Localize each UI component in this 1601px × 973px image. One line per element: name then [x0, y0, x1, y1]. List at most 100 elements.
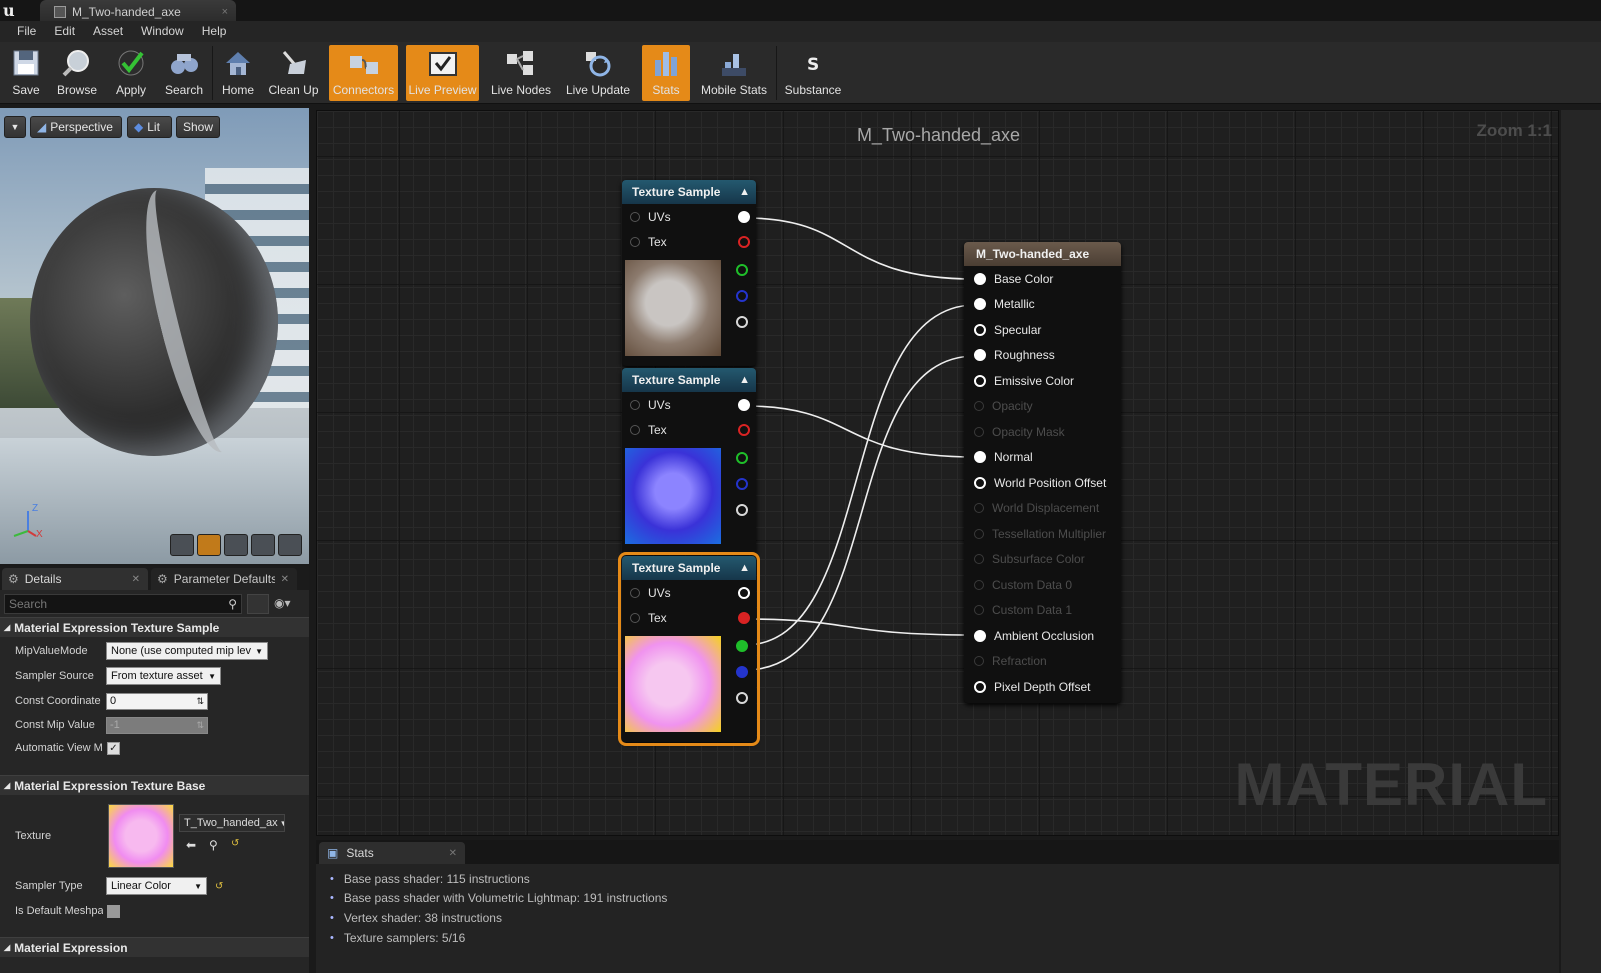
show-button[interactable]: Show [176, 116, 220, 138]
node-header[interactable]: Texture Sample ▲ [622, 368, 756, 392]
visibility-eye-icon[interactable]: ◉▾ [274, 596, 291, 610]
rgb-output-pin[interactable] [738, 210, 750, 223]
menu-window[interactable]: Window [132, 21, 193, 42]
menu-edit[interactable]: Edit [45, 21, 84, 42]
material-input-pin[interactable] [974, 272, 986, 285]
browse-button[interactable]: Browse [52, 45, 102, 101]
is-default-meshpaint-checkbox[interactable] [107, 904, 120, 918]
rgb-output-pin[interactable] [738, 586, 750, 599]
viewport-options-button[interactable]: ▼ [4, 116, 26, 138]
live-update-button[interactable]: Live Update [562, 45, 634, 101]
document-tab[interactable]: M_Two-handed_axe × [40, 0, 236, 21]
uvs-input-pin[interactable] [630, 587, 640, 598]
node-header[interactable]: Texture Sample ▲ [622, 180, 756, 204]
browse-asset-search-icon[interactable]: ⚲ [209, 838, 218, 852]
clean-up-button[interactable]: Clean Up [265, 45, 322, 101]
material-input-pin[interactable] [974, 680, 986, 693]
close-tab-icon[interactable]: × [222, 6, 228, 18]
material-result-node[interactable]: M_Two-handed_axe Base Color Metallic Specu… [964, 242, 1121, 703]
alpha-output-pin[interactable] [736, 504, 748, 516]
uvs-input-pin[interactable] [630, 399, 640, 410]
automatic-view-mip-checkbox[interactable]: ✓ [107, 741, 120, 755]
collapse-triangle-icon[interactable]: ▲ [739, 186, 750, 198]
sampler-type-dropdown[interactable]: Linear Color ▼ [106, 877, 207, 895]
const-coordinate-input[interactable]: 0 ⇅ [106, 692, 208, 710]
texture-sample-node[interactable]: Texture Sample ▲ UVs Tex [622, 180, 756, 366]
preview-sphere-button[interactable] [197, 534, 221, 556]
tex-input-pin[interactable] [630, 612, 640, 623]
category-material-expression[interactable]: ◢ Material Expression [0, 937, 309, 957]
close-tab-icon[interactable]: ✕ [132, 574, 140, 585]
texture-sample-node[interactable]: Texture Sample ▲ UVs Tex [622, 368, 756, 554]
blue-output-pin[interactable] [736, 666, 748, 678]
apply-button[interactable]: Apply [108, 45, 154, 101]
const-mip-value-input[interactable]: -1 ⇅ [106, 716, 208, 734]
live-preview-button[interactable]: Live Preview [406, 45, 479, 101]
material-input-pin [974, 656, 984, 667]
material-input-pin[interactable] [974, 349, 986, 362]
tab-parameter-defaults[interactable]: ⚙ Parameter Defaults ✕ [151, 568, 297, 590]
sampler-source-dropdown[interactable]: From texture asset ▼ [106, 667, 221, 685]
category-texture-base[interactable]: ◢ Material Expression Texture Base [0, 775, 309, 795]
green-output-pin[interactable] [736, 264, 748, 276]
green-output-pin[interactable] [736, 640, 748, 652]
collapse-triangle-icon[interactable]: ▲ [739, 374, 750, 386]
menu-file[interactable]: File [8, 21, 45, 42]
tex-input-pin[interactable] [630, 236, 640, 247]
material-input-pin[interactable] [974, 476, 986, 489]
view-options-grid-icon[interactable] [247, 594, 269, 614]
details-search-input[interactable]: Search ⚲ [4, 594, 242, 614]
tab-stats[interactable]: ▣ Stats ✕ [319, 842, 465, 864]
preview-cylinder-button[interactable] [170, 534, 194, 556]
lit-button[interactable]: ◆ Lit [127, 116, 172, 138]
blue-output-pin[interactable] [736, 290, 748, 302]
red-output-pin[interactable] [738, 235, 750, 248]
substance-button[interactable]: S Substance [781, 45, 845, 101]
preview-cube-button[interactable] [251, 534, 275, 556]
texture-thumbnail[interactable] [108, 804, 174, 868]
material-graph-canvas[interactable]: M_Two-handed_axe Zoom 1:1 MATERIAL Textu… [316, 110, 1559, 836]
alpha-output-pin[interactable] [736, 316, 748, 328]
preview-plane-button[interactable] [224, 534, 248, 556]
red-output-pin[interactable] [738, 611, 750, 624]
preview-viewport[interactable]: ▼ ◢ Perspective ◆ Lit Show Z X [0, 108, 309, 564]
stats-button[interactable]: Stats [642, 45, 690, 101]
green-output-pin[interactable] [736, 452, 748, 464]
preview-mesh-button[interactable] [278, 534, 302, 556]
live-nodes-button[interactable]: Live Nodes [487, 45, 555, 101]
collapse-triangle-icon[interactable]: ▲ [739, 562, 750, 574]
mobile-stats-button[interactable]: Mobile Stats [697, 45, 771, 101]
mip-value-mode-dropdown[interactable]: None (use computed mip lev ▼ [106, 642, 268, 660]
save-button[interactable]: Save [4, 45, 48, 101]
tex-input-pin[interactable] [630, 424, 640, 435]
material-input-pin[interactable] [974, 298, 986, 311]
uvs-input-pin[interactable] [630, 211, 640, 222]
menu-help[interactable]: Help [193, 21, 236, 42]
reset-to-default-icon[interactable]: ↺ [231, 838, 239, 849]
material-input-pin[interactable] [974, 629, 986, 642]
node-header[interactable]: Texture Sample ▲ [622, 556, 756, 580]
reset-arrow-icon[interactable]: ⇅ [196, 696, 204, 707]
alpha-output-pin[interactable] [736, 692, 748, 704]
material-node-header[interactable]: M_Two-handed_axe [964, 242, 1121, 266]
home-button[interactable]: Home [217, 45, 259, 101]
menu-asset[interactable]: Asset [84, 21, 132, 42]
close-tab-icon[interactable]: ✕ [281, 574, 289, 585]
search-button[interactable]: Search [160, 45, 208, 101]
texture-sample-node-selected[interactable]: Texture Sample ▲ UVs Tex [618, 552, 760, 746]
material-input-pin[interactable] [974, 323, 986, 336]
category-texture-sample[interactable]: ◢ Material Expression Texture Sample [0, 617, 309, 637]
connectors-button[interactable]: Connectors [329, 45, 398, 101]
rgb-output-pin[interactable] [738, 398, 750, 411]
perspective-button[interactable]: ◢ Perspective [30, 116, 122, 138]
material-input-pin[interactable] [974, 374, 986, 387]
base-color-texture-thumbnail [625, 260, 721, 356]
blue-output-pin[interactable] [736, 478, 748, 490]
red-output-pin[interactable] [738, 423, 750, 436]
material-input-pin[interactable] [974, 451, 986, 464]
texture-asset-dropdown[interactable]: T_Two_handed_ax ▼ [179, 814, 285, 832]
use-selected-arrow-icon[interactable]: ⬅ [186, 838, 196, 852]
tab-details[interactable]: ⚙ Details ✕ [2, 568, 148, 590]
reset-to-default-icon[interactable]: ↺ [215, 881, 223, 892]
close-tab-icon[interactable]: ✕ [449, 848, 457, 859]
